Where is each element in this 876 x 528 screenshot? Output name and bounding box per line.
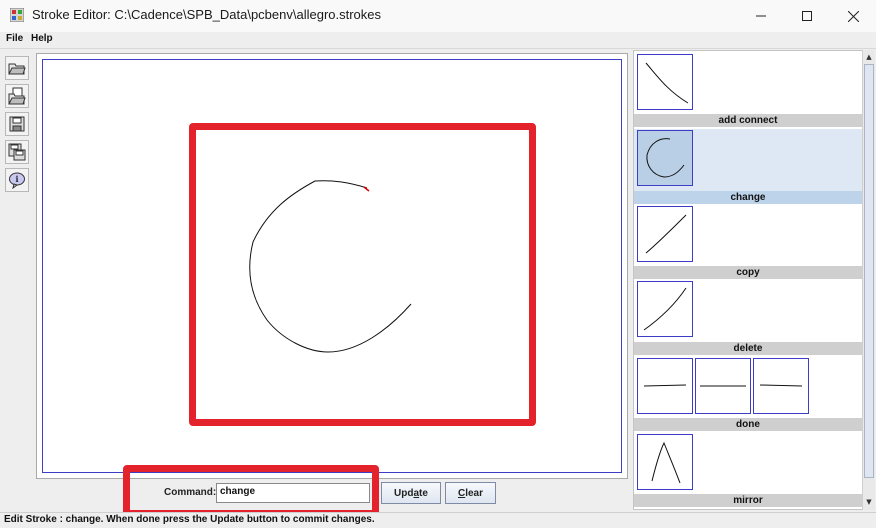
stroke-thumb-delete[interactable] — [637, 281, 693, 337]
stroke-thumb-mirror[interactable] — [637, 434, 693, 490]
save-as-icon — [8, 143, 26, 161]
stroke-label-change[interactable]: change — [634, 191, 862, 204]
status-bar: Edit Stroke : change. When done press th… — [0, 512, 876, 528]
done-stroke-icon — [700, 385, 746, 387]
menu-file[interactable]: File — [6, 33, 23, 44]
window-title: Stroke Editor: C:\Cadence\SPB_Data\pcben… — [32, 7, 382, 22]
stroke-label-done[interactable]: done — [634, 418, 862, 431]
mirror-stroke-icon — [651, 441, 681, 484]
command-input[interactable]: change — [216, 483, 370, 503]
open-file-icon — [8, 87, 26, 105]
stroke-label-add-connect[interactable]: add connect — [634, 114, 862, 127]
stroke-thumb-done-3[interactable] — [753, 358, 809, 414]
save-button[interactable] — [5, 112, 29, 136]
info-icon: i — [9, 172, 25, 189]
open-file-button[interactable] — [5, 84, 29, 108]
minimize-icon — [756, 15, 766, 17]
status-text: Edit Stroke : change. When done press th… — [4, 514, 375, 525]
save-as-button[interactable] — [5, 140, 29, 164]
info-button[interactable]: i — [5, 168, 29, 192]
done-stroke-icon — [643, 384, 687, 387]
stroke-list: add connect change copy delete done mirr… — [633, 50, 863, 510]
drawing-highlight-box — [189, 123, 536, 426]
stroke-list-scrollbar[interactable]: ▲ ▼ — [862, 50, 875, 510]
clear-button[interactable]: Clear — [445, 482, 496, 504]
svg-text:i: i — [15, 174, 18, 184]
stroke-thumb-done-2[interactable] — [695, 358, 751, 414]
stroke-label-mirror[interactable]: mirror — [634, 494, 862, 507]
close-button[interactable] — [830, 0, 876, 32]
toolbar: i — [2, 52, 32, 510]
copy-stroke-icon — [645, 214, 687, 254]
title-bar: Stroke Editor: C:\Cadence\SPB_Data\pcben… — [0, 0, 876, 32]
app-icon — [10, 8, 24, 22]
change-stroke-icon — [646, 138, 685, 178]
stroke-thumb-copy[interactable] — [637, 206, 693, 262]
open-folder-icon — [8, 63, 26, 75]
add-connect-stroke-icon — [645, 62, 689, 104]
stroke-editor-window: Stroke Editor: C:\Cadence\SPB_Data\pcben… — [0, 0, 876, 528]
open-folder-button[interactable] — [5, 56, 29, 80]
close-icon — [847, 10, 859, 22]
scroll-up-arrow-icon[interactable]: ▲ — [863, 51, 875, 63]
stroke-thumb-done-1[interactable] — [637, 358, 693, 414]
delete-stroke-icon — [643, 287, 687, 331]
update-button[interactable]: Upd a te — [381, 482, 441, 504]
stroke-label-copy[interactable]: copy — [634, 266, 862, 279]
menu-bar: File Help — [0, 32, 876, 49]
command-label: Command: — [164, 487, 217, 498]
stroke-thumb-change[interactable] — [637, 130, 693, 186]
minimize-button[interactable] — [738, 0, 784, 32]
stroke-label-delete[interactable]: delete — [634, 342, 862, 355]
maximize-button[interactable] — [784, 0, 830, 32]
scroll-thumb[interactable] — [864, 64, 874, 478]
scroll-down-arrow-icon[interactable]: ▼ — [863, 496, 875, 508]
maximize-icon — [802, 11, 812, 21]
stroke-thumb-add-connect[interactable] — [637, 54, 693, 110]
done-stroke-icon — [759, 384, 803, 387]
save-icon — [9, 116, 25, 132]
menu-help[interactable]: Help — [31, 33, 53, 44]
